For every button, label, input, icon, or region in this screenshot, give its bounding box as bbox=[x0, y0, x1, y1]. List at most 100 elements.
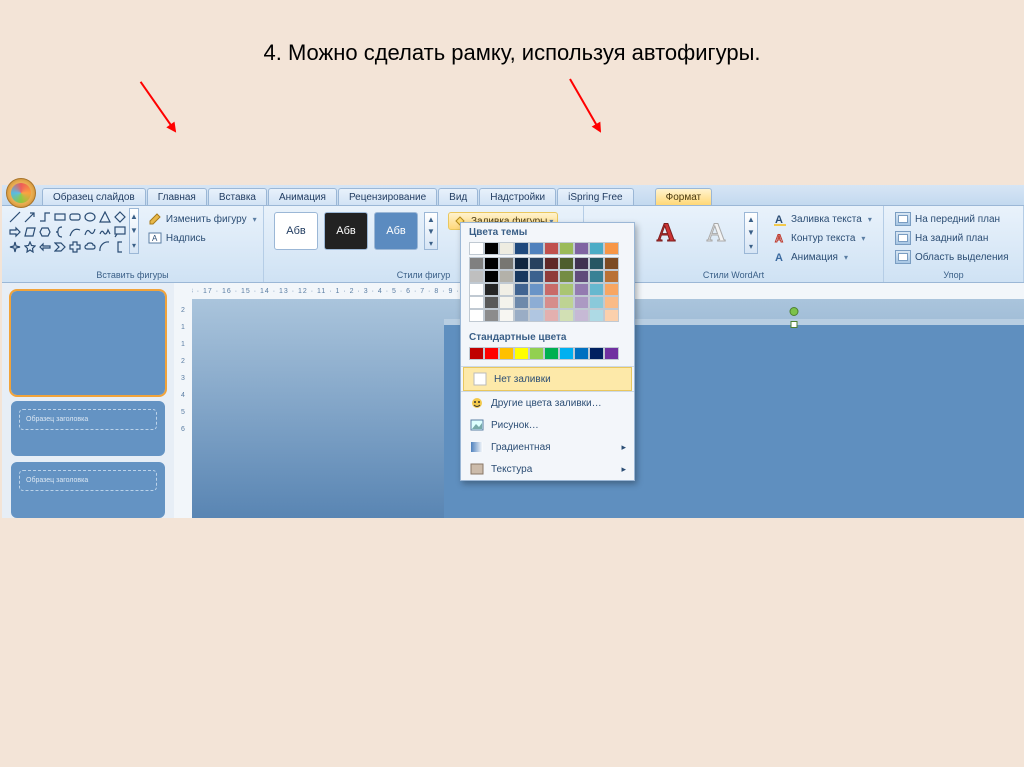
color-swatch[interactable] bbox=[529, 242, 544, 255]
shape-freeform-icon[interactable] bbox=[83, 225, 97, 239]
color-swatch[interactable] bbox=[589, 309, 604, 322]
color-swatch[interactable] bbox=[514, 257, 529, 270]
color-swatch[interactable] bbox=[559, 270, 574, 283]
shapes-gallery[interactable] bbox=[8, 208, 127, 254]
color-swatch[interactable] bbox=[544, 309, 559, 322]
color-swatch[interactable] bbox=[484, 257, 499, 270]
tab-review[interactable]: Рецензирование bbox=[338, 188, 437, 205]
color-swatch[interactable] bbox=[574, 347, 589, 360]
shape-scribble-icon[interactable] bbox=[98, 225, 112, 239]
color-swatch[interactable] bbox=[544, 283, 559, 296]
color-swatch[interactable] bbox=[589, 270, 604, 283]
shape-hexagon-icon[interactable] bbox=[38, 225, 52, 239]
color-swatch[interactable] bbox=[589, 296, 604, 309]
color-swatch[interactable] bbox=[514, 309, 529, 322]
color-swatch[interactable] bbox=[514, 283, 529, 296]
color-swatch[interactable] bbox=[544, 242, 559, 255]
color-swatch[interactable] bbox=[604, 257, 619, 270]
textbox-button[interactable]: A Надпись bbox=[143, 229, 262, 247]
color-swatch[interactable] bbox=[574, 270, 589, 283]
color-swatch[interactable] bbox=[469, 347, 484, 360]
color-swatch[interactable] bbox=[529, 283, 544, 296]
tab-slide-master[interactable]: Образец слайдов bbox=[42, 188, 146, 205]
color-swatch[interactable] bbox=[529, 309, 544, 322]
shape-ellipse-icon[interactable] bbox=[83, 210, 97, 224]
office-button[interactable] bbox=[6, 178, 36, 208]
tab-ispring[interactable]: iSpring Free bbox=[557, 188, 633, 205]
tab-addins[interactable]: Надстройки bbox=[479, 188, 556, 205]
color-swatch[interactable] bbox=[499, 257, 514, 270]
shape-rect-icon[interactable] bbox=[53, 210, 67, 224]
bring-front-button[interactable]: На передний план bbox=[890, 210, 1017, 228]
shape-rightarrow-icon[interactable] bbox=[8, 225, 22, 239]
color-swatch[interactable] bbox=[529, 257, 544, 270]
slide-thumb-3[interactable]: Образец заголовка bbox=[11, 462, 165, 518]
color-swatch[interactable] bbox=[529, 270, 544, 283]
color-swatch[interactable] bbox=[544, 257, 559, 270]
tab-home[interactable]: Главная bbox=[147, 188, 207, 205]
shape-curve-icon[interactable] bbox=[68, 225, 82, 239]
color-swatch[interactable] bbox=[469, 242, 484, 255]
color-swatch[interactable] bbox=[574, 283, 589, 296]
color-swatch[interactable] bbox=[499, 270, 514, 283]
color-swatch[interactable] bbox=[574, 296, 589, 309]
text-outline-button[interactable]: AКонтур текста▾ bbox=[768, 229, 877, 247]
selection-pane-button[interactable]: Область выделения bbox=[890, 248, 1017, 266]
tab-insert[interactable]: Вставка bbox=[208, 188, 267, 205]
color-swatch[interactable] bbox=[559, 257, 574, 270]
color-swatch[interactable] bbox=[559, 347, 574, 360]
color-swatch[interactable] bbox=[484, 283, 499, 296]
shape-connector-icon[interactable] bbox=[38, 210, 52, 224]
rotate-handle[interactable] bbox=[790, 307, 799, 316]
color-swatch[interactable] bbox=[544, 296, 559, 309]
color-swatch[interactable] bbox=[499, 309, 514, 322]
color-swatch[interactable] bbox=[469, 309, 484, 322]
shape-plus-icon[interactable] bbox=[68, 240, 82, 254]
fill-texture-item[interactable]: Текстура ▸ bbox=[461, 458, 634, 480]
shape-chevron-icon[interactable] bbox=[53, 240, 67, 254]
color-swatch[interactable] bbox=[559, 242, 574, 255]
color-swatch[interactable] bbox=[589, 347, 604, 360]
fill-gradient-item[interactable]: Градиентная ▸ bbox=[461, 436, 634, 458]
color-swatch[interactable] bbox=[469, 257, 484, 270]
shape-arrow2-icon[interactable] bbox=[38, 240, 52, 254]
color-swatch[interactable] bbox=[499, 296, 514, 309]
tab-animation[interactable]: Анимация bbox=[268, 188, 337, 205]
color-swatch[interactable] bbox=[484, 296, 499, 309]
color-swatch[interactable] bbox=[589, 257, 604, 270]
shape-diamond-icon[interactable] bbox=[113, 210, 127, 224]
color-swatch[interactable] bbox=[574, 257, 589, 270]
color-swatch[interactable] bbox=[529, 347, 544, 360]
wordart-style-2[interactable]: А bbox=[644, 212, 688, 254]
shape-bracket-icon[interactable] bbox=[113, 240, 127, 254]
color-swatch[interactable] bbox=[499, 283, 514, 296]
style-thumb-3[interactable]: Абв bbox=[374, 212, 418, 250]
color-swatch[interactable] bbox=[589, 283, 604, 296]
style-thumb-1[interactable]: Абв bbox=[274, 212, 318, 250]
shape-star4-icon[interactable] bbox=[8, 240, 22, 254]
text-fill-button[interactable]: AЗаливка текста▾ bbox=[768, 210, 877, 228]
color-swatch[interactable] bbox=[544, 347, 559, 360]
color-swatch[interactable] bbox=[514, 347, 529, 360]
color-swatch[interactable] bbox=[589, 242, 604, 255]
color-swatch[interactable] bbox=[574, 242, 589, 255]
color-swatch[interactable] bbox=[469, 296, 484, 309]
color-swatch[interactable] bbox=[604, 347, 619, 360]
shape-star5-icon[interactable] bbox=[23, 240, 37, 254]
shape-brace-icon[interactable] bbox=[53, 225, 67, 239]
shape-arrow-icon[interactable] bbox=[23, 210, 37, 224]
wordart-style-3[interactable]: А bbox=[694, 212, 738, 254]
shape-cloud-icon[interactable] bbox=[83, 240, 97, 254]
style-gallery-more[interactable]: ▲▼▾ bbox=[424, 212, 438, 250]
color-swatch[interactable] bbox=[484, 242, 499, 255]
shape-parallelogram-icon[interactable] bbox=[23, 225, 37, 239]
resize-handle-top[interactable] bbox=[791, 321, 798, 328]
color-swatch[interactable] bbox=[514, 270, 529, 283]
color-swatch[interactable] bbox=[604, 296, 619, 309]
color-swatch[interactable] bbox=[604, 309, 619, 322]
tab-format[interactable]: Формат bbox=[655, 188, 713, 205]
color-swatch[interactable] bbox=[544, 270, 559, 283]
tab-view[interactable]: Вид bbox=[438, 188, 478, 205]
color-swatch[interactable] bbox=[559, 309, 574, 322]
color-swatch[interactable] bbox=[484, 347, 499, 360]
